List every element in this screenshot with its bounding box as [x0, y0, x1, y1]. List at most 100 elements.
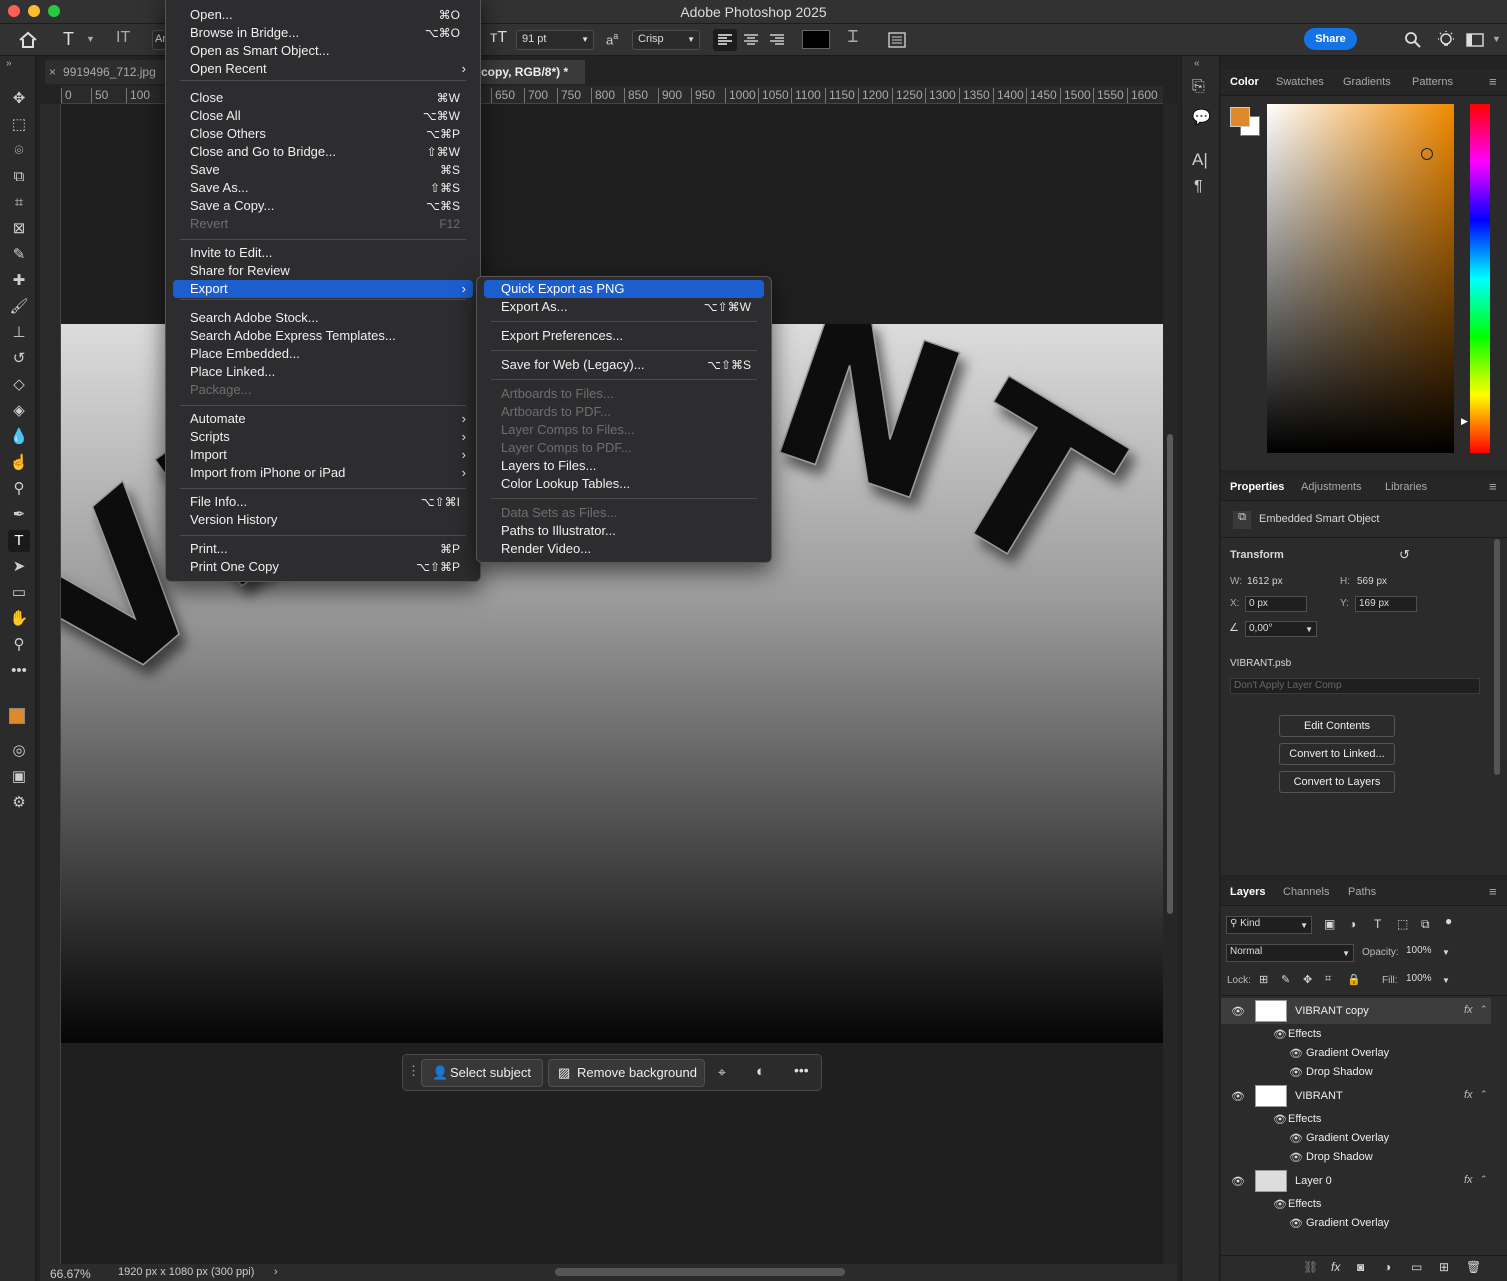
crop-select-icon[interactable]: ⧉	[8, 166, 30, 188]
eye-icon[interactable]: 👁	[1289, 1047, 1303, 1060]
chevron-down-icon[interactable]: ▼	[86, 34, 95, 44]
scrollbar-thumb[interactable]	[1167, 434, 1173, 914]
tab-channels[interactable]: Channels	[1283, 886, 1329, 898]
x-input[interactable]: 0 px	[1245, 596, 1307, 612]
path-selection-tool-icon[interactable]: ➤	[8, 556, 30, 578]
menu-item[interactable]: Export As... ⌥⇧⌘W	[484, 298, 764, 316]
zoom-tool-icon[interactable]: ⚲	[8, 634, 30, 656]
history-brush-tool-icon[interactable]: ↺	[8, 348, 30, 370]
menu-item[interactable]: Close Others ⌥⌘P	[173, 125, 473, 143]
screen-mode-icon[interactable]: ▣	[8, 766, 30, 788]
eye-icon[interactable]: 👁	[1289, 1217, 1303, 1230]
document-dimensions[interactable]: 1920 px x 1080 px (300 ppi)	[118, 1266, 254, 1278]
move-tool-icon[interactable]: ✥	[8, 88, 30, 110]
new-group-icon[interactable]: ▭	[1411, 1260, 1422, 1274]
lock-transparent-icon[interactable]: ⊞	[1259, 973, 1268, 986]
foreground-swatch[interactable]	[1230, 107, 1250, 127]
hand-tool-icon[interactable]: ✋	[8, 608, 30, 630]
adjustment-icon[interactable]: ◐	[756, 1063, 765, 1080]
layer-row[interactable]: 👁 VIBRANT fx ⌃	[1221, 1083, 1491, 1109]
layer-effect-item[interactable]: 👁 Drop Shadow	[1221, 1064, 1491, 1082]
brush-tool-icon[interactable]: 🖌	[8, 296, 30, 318]
fx-icon[interactable]: fx	[1464, 1174, 1473, 1186]
expand-icon[interactable]: »	[6, 58, 12, 69]
y-input[interactable]: 169 px	[1355, 596, 1417, 612]
eye-icon[interactable]: 👁	[1231, 1175, 1245, 1188]
align-right-icon[interactable]	[765, 29, 789, 51]
pen-tool-icon[interactable]: ✒	[8, 504, 30, 526]
hue-slider-handle[interactable]: ▶	[1461, 416, 1468, 427]
layer-filter-select[interactable]: ⚲ Kind ▼	[1226, 916, 1312, 934]
type-filter-icon[interactable]: T	[1374, 917, 1381, 931]
layer-effect-item[interactable]: 👁 Gradient Overlay	[1221, 1045, 1491, 1063]
crop-tool-icon[interactable]: ⌗	[8, 192, 30, 214]
pixel-filter-icon[interactable]: ▣	[1324, 917, 1335, 931]
lock-position-icon[interactable]: ✥	[1303, 973, 1312, 986]
layer-name[interactable]: Layer 0	[1295, 1175, 1332, 1187]
healing-brush-tool-icon[interactable]: ✚	[8, 270, 30, 292]
chevron-up-icon[interactable]: ⌃	[1480, 1004, 1488, 1015]
character-panel-icon[interactable]	[887, 31, 907, 49]
tab-color[interactable]: Color	[1230, 76, 1259, 88]
edit-contents-button[interactable]: Edit Contents	[1279, 715, 1395, 737]
tab-document-inactive[interactable]: × 9919496_712.jpg	[45, 60, 175, 84]
menu-item[interactable]: Open... ⌘O	[173, 6, 473, 24]
adjustment-filter-icon[interactable]: ◑	[1349, 917, 1356, 931]
eye-icon[interactable]: 👁	[1231, 1090, 1245, 1103]
frame-tool-icon[interactable]: ⊠	[8, 218, 30, 240]
rectangle-tool-icon[interactable]: ▭	[8, 582, 30, 604]
menu-item[interactable]: Automate ›	[173, 410, 473, 428]
menu-item[interactable]: Save ⌘S	[173, 161, 473, 179]
tab-swatches[interactable]: Swatches	[1276, 76, 1324, 88]
delete-layer-icon[interactable]: 🗑	[1466, 1260, 1481, 1274]
menu-item[interactable]: Print One Copy ⌥⇧⌘P	[173, 558, 473, 576]
paint-bucket-tool-icon[interactable]: ◈	[8, 400, 30, 422]
layer-effect-item[interactable]: 👁 Gradient Overlay	[1221, 1215, 1491, 1233]
menu-item[interactable]: Print... ⌘P	[173, 540, 473, 558]
color-field[interactable]	[1267, 104, 1454, 453]
drag-handle-icon[interactable]: ⋮	[407, 1063, 420, 1079]
tab-gradients[interactable]: Gradients	[1343, 76, 1391, 88]
panel-menu-icon[interactable]: ≡	[1489, 74, 1497, 89]
hue-slider[interactable]	[1470, 104, 1490, 453]
menu-item[interactable]: Paths to Illustrator...	[484, 522, 764, 540]
menu-item[interactable]: File Info... ⌥⇧⌘I	[173, 493, 473, 511]
eye-icon[interactable]: 👁	[1289, 1132, 1303, 1145]
eye-icon[interactable]: 👁	[1231, 1005, 1245, 1018]
quick-mask-icon[interactable]: ◎	[8, 740, 30, 762]
layer-effects-row[interactable]: 👁 Effects	[1221, 1196, 1491, 1214]
menu-item[interactable]: Place Linked...	[173, 363, 473, 381]
layer-row[interactable]: 👁 Layer 0 fx ⌃	[1221, 1168, 1491, 1194]
tab-libraries[interactable]: Libraries	[1385, 481, 1427, 493]
layer-name[interactable]: VIBRANT copy	[1295, 1005, 1369, 1017]
select-subject-button[interactable]: 👤 Select subject	[421, 1059, 543, 1087]
menu-item[interactable]: Search Adobe Stock...	[173, 309, 473, 327]
menu-item[interactable]: Close and Go to Bridge... ⇧⌘W	[173, 143, 473, 161]
close-icon[interactable]: ×	[49, 65, 56, 79]
fx-icon[interactable]: fx	[1464, 1004, 1473, 1016]
adjustment-layer-icon[interactable]: ◑	[1384, 1260, 1391, 1274]
vertical-scrollbar[interactable]	[1163, 104, 1177, 1264]
menu-item[interactable]: Save As... ⇧⌘S	[173, 179, 473, 197]
eye-icon[interactable]: 👁	[1289, 1066, 1303, 1079]
menu-item[interactable]: Close ⌘W	[173, 89, 473, 107]
menu-item[interactable]: Save a Copy... ⌥⌘S	[173, 197, 473, 215]
eraser-tool-icon[interactable]: ◇	[8, 374, 30, 396]
shape-filter-icon[interactable]: ⬚	[1397, 917, 1408, 931]
layer-effects-row[interactable]: 👁 Effects	[1221, 1111, 1491, 1129]
menu-item[interactable]: Quick Export as PNG	[484, 280, 764, 298]
font-family-select[interactable]: Ar	[152, 30, 166, 50]
menu-item[interactable]: Close All ⌥⌘W	[173, 107, 473, 125]
convert-to-layers-button[interactable]: Convert to Layers	[1279, 771, 1395, 793]
color-picker-handle[interactable]	[1421, 148, 1433, 160]
menu-item[interactable]: Layers to Files...	[484, 457, 764, 475]
menu-item[interactable]: Place Embedded...	[173, 345, 473, 363]
reset-transform-icon[interactable]: ↺	[1399, 547, 1410, 563]
workspace-icon[interactable]	[1466, 32, 1486, 48]
type-tool-preset-icon[interactable]: T	[63, 29, 74, 50]
type-tool-icon[interactable]: T	[8, 530, 30, 552]
lightbulb-icon[interactable]	[1436, 30, 1456, 50]
angle-input[interactable]: 0,00° ▼	[1245, 621, 1317, 637]
home-icon[interactable]	[18, 31, 38, 49]
blend-mode-select[interactable]: Normal ▼	[1226, 944, 1354, 962]
